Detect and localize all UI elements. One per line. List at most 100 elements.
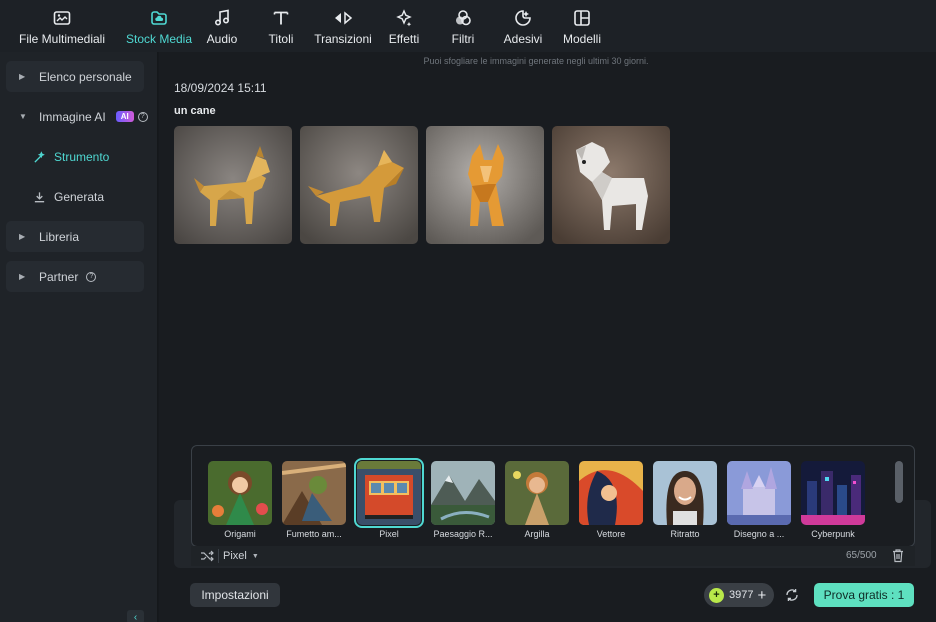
collapse-sidebar-button[interactable]: ‹	[127, 610, 144, 622]
generated-image[interactable]	[300, 126, 418, 244]
tab-modelli[interactable]: Modelli	[554, 0, 610, 52]
settings-button[interactable]: Impostazioni	[190, 583, 280, 607]
style-origami[interactable]: Origami	[208, 461, 272, 539]
sidebar-item-label: Generata	[54, 190, 105, 204]
style-thumbnail	[282, 461, 346, 525]
shuffle-icon[interactable]	[200, 549, 214, 563]
sidebar: ▶ Elenco personale ▼ Immagine AI AI ? St…	[0, 52, 158, 622]
transition-icon	[335, 11, 353, 25]
tab-label: Adesivi	[503, 32, 543, 46]
tab-label: Modelli	[562, 32, 601, 46]
generated-image[interactable]	[426, 126, 544, 244]
style-vettore[interactable]: Vettore	[579, 461, 643, 539]
tab-label: Audio	[206, 32, 238, 46]
style-ritratto[interactable]: Ritratto	[653, 461, 717, 539]
add-credits-icon[interactable]: +	[757, 587, 766, 604]
style-pixel[interactable]: Pixel	[354, 458, 424, 539]
chevron-right-icon: ▶	[19, 272, 26, 281]
style-label: Argilla	[524, 529, 550, 539]
style-paesaggio[interactable]: Paesaggio R...	[431, 461, 495, 539]
generated-image[interactable]	[174, 126, 292, 244]
tab-effetti[interactable]: Effetti	[374, 0, 434, 52]
download-icon	[33, 191, 47, 204]
sidebar-item-elenco-personale[interactable]: ▶ Elenco personale	[6, 61, 144, 92]
sticker-icon	[515, 10, 531, 26]
text-icon	[273, 11, 289, 25]
style-argilla[interactable]: Argilla	[505, 461, 569, 539]
wand-icon	[33, 150, 47, 164]
chevron-down-icon: ▼	[19, 112, 27, 121]
generation-prompt: un cane	[174, 105, 216, 117]
style-label: Paesaggio R...	[433, 529, 493, 539]
tab-label: File Multimediali	[18, 32, 106, 46]
sidebar-item-partner[interactable]: ▶ Partner ?	[6, 261, 144, 292]
tab-label: Transizioni	[314, 32, 372, 46]
sidebar-item-generata[interactable]: Generata	[33, 187, 104, 207]
style-thumbnail	[579, 461, 643, 525]
trash-icon[interactable]	[891, 548, 905, 563]
template-icon	[574, 10, 590, 26]
style-thumbnail	[505, 461, 569, 525]
style-label: Origami	[224, 529, 256, 539]
tab-adesivi[interactable]: Adesivi	[492, 0, 554, 52]
character-counter: 65/500	[846, 550, 877, 561]
history-notice: Puoi sfogliare le immagini generate negl…	[423, 56, 649, 66]
style-selector-row: Pixel ▼ 65/500	[191, 546, 915, 566]
style-picker: Origami Fumetto am... Pixel Paesaggio R.…	[191, 445, 915, 547]
media-icon	[53, 11, 71, 25]
ai-badge: AI	[115, 111, 134, 122]
tab-audio[interactable]: Audio	[194, 0, 250, 52]
top-toolbar: File Multimediali Stock Media Audio Tito…	[0, 0, 936, 52]
style-picker-scrollbar[interactable]	[895, 461, 903, 503]
style-label: Disegno a ...	[733, 529, 785, 539]
chevron-left-icon: ‹	[133, 611, 138, 622]
credits-badge[interactable]: + 3977 +	[704, 583, 774, 607]
credits-value: 3977	[729, 589, 754, 601]
style-disegno[interactable]: Disegno a ...	[727, 461, 791, 539]
style-thumbnail	[431, 461, 495, 525]
style-label: Cyberpunk	[811, 529, 855, 539]
tab-label: Titoli	[268, 32, 294, 46]
tab-label: Effetti	[388, 32, 420, 46]
style-label: Vettore	[596, 529, 626, 539]
try-free-button[interactable]: Prova gratis : 1	[814, 583, 914, 607]
tab-stock-media[interactable]: Stock Media	[124, 0, 194, 52]
help-icon[interactable]: ?	[137, 111, 148, 122]
tab-file-multimediali[interactable]: File Multimediali	[0, 0, 124, 52]
sidebar-item-libreria[interactable]: ▶ Libreria	[6, 221, 144, 252]
style-fumetto-americano[interactable]: Fumetto am...	[282, 461, 346, 539]
sidebar-item-label: Immagine AI	[39, 109, 106, 124]
caret-down-icon: ▼	[251, 552, 259, 560]
generation-timestamp: 18/09/2024 15:11	[174, 81, 267, 95]
style-label: Fumetto am...	[286, 529, 342, 539]
sidebar-item-label: Libreria	[39, 229, 80, 244]
chevron-right-icon: ▶	[19, 232, 26, 241]
tab-label: Filtri	[451, 32, 475, 46]
chevron-right-icon: ▶	[19, 72, 26, 81]
tab-titoli[interactable]: Titoli	[250, 0, 312, 52]
help-icon[interactable]: ?	[86, 271, 97, 282]
filter-icon	[456, 10, 471, 26]
sidebar-item-strumento[interactable]: Strumento	[33, 147, 109, 167]
style-thumbnail	[354, 458, 424, 528]
sparkle-icon	[396, 9, 412, 27]
style-thumbnail	[653, 461, 717, 525]
style-label: Pixel	[379, 529, 399, 539]
music-note-icon	[214, 9, 230, 26]
style-thumbnail	[801, 461, 865, 525]
generated-image[interactable]	[552, 126, 670, 244]
tab-filtri[interactable]: Filtri	[434, 0, 492, 52]
style-dropdown[interactable]: Pixel ▼	[218, 549, 259, 563]
sidebar-item-immagine-ai[interactable]: ▼ Immagine AI AI ?	[6, 101, 156, 132]
sidebar-item-label: Elenco personale	[39, 69, 132, 84]
style-thumbnail	[727, 461, 791, 525]
sidebar-item-label: Partner	[39, 269, 79, 284]
style-cyberpunk[interactable]: Cyberpunk	[801, 461, 865, 539]
tab-label: Stock Media	[125, 32, 193, 46]
credit-coin-icon: +	[709, 587, 724, 603]
style-dropdown-value: Pixel	[223, 550, 247, 562]
refresh-icon[interactable]	[784, 587, 800, 603]
sidebar-item-label: Strumento	[54, 150, 110, 164]
style-thumbnail	[208, 461, 272, 525]
tab-transizioni[interactable]: Transizioni	[312, 0, 374, 52]
